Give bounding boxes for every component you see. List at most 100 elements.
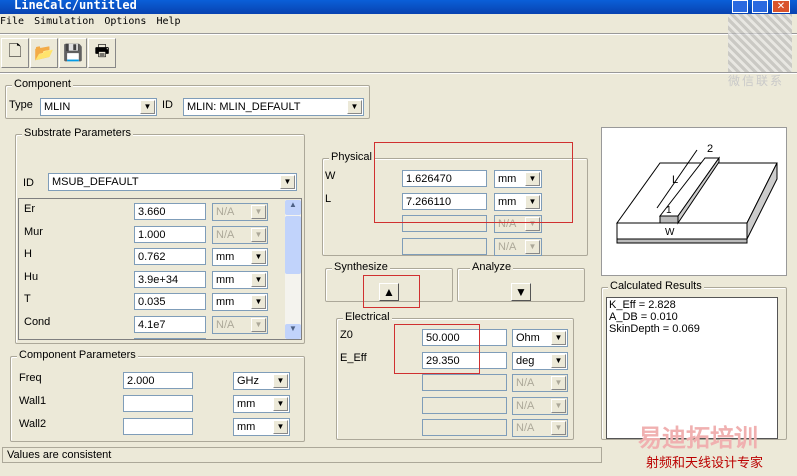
chevron-down-icon[interactable]: ▼ <box>347 100 362 114</box>
chevron-down-icon[interactable]: ▼ <box>273 374 288 388</box>
menu-help[interactable]: Help <box>156 16 180 27</box>
chevron-down-icon[interactable]: ▼ <box>251 205 266 219</box>
window-title: LineCalc/untitled <box>14 0 137 12</box>
param-input[interactable]: 2.000 <box>123 372 193 389</box>
analyze-button[interactable]: ▼ <box>511 283 531 301</box>
unit-combo[interactable]: mm ▼ <box>233 395 290 413</box>
menu-options[interactable]: Options <box>104 16 146 27</box>
chevron-down-icon[interactable]: ▼ <box>273 420 288 434</box>
unit-combo[interactable]: GHz ▼ <box>233 372 290 390</box>
microstrip-diagram: 2 1 L W <box>601 127 787 276</box>
chevron-down-icon[interactable]: ▼ <box>551 421 566 435</box>
param-label: Er <box>24 203 35 215</box>
port1-label: 1 <box>666 205 672 216</box>
chevron-down-icon[interactable]: ▼ <box>251 317 266 332</box>
status-text: Values are consistent <box>7 449 112 461</box>
param-input[interactable] <box>123 418 193 435</box>
param-input[interactable] <box>422 374 507 391</box>
unit-combo[interactable]: deg ▼ <box>512 351 568 370</box>
chevron-down-icon[interactable]: ▼ <box>251 272 266 287</box>
param-input[interactable] <box>402 237 487 255</box>
param-input[interactable]: 3.660 <box>134 203 206 220</box>
synthesize-label: Synthesize <box>332 261 390 273</box>
unit-value: mm <box>237 398 256 410</box>
chevron-down-icon[interactable]: ▼ <box>251 250 266 264</box>
chevron-down-icon[interactable]: ▼ <box>273 397 288 411</box>
menu-bar: File Simulation Options Help <box>0 16 191 27</box>
chevron-down-icon[interactable]: ▼ <box>551 353 566 368</box>
param-value: 3.9e+34 <box>138 273 179 286</box>
unit-combo[interactable]: N/A ▼ <box>494 237 542 256</box>
open-folder-icon[interactable]: 📂 <box>30 38 58 68</box>
param-input[interactable]: 1.000 <box>134 225 206 243</box>
watermark-brand: 易迪拓培训 <box>638 425 758 452</box>
unit-combo[interactable]: N/A ▼ <box>212 203 268 221</box>
results-label: Calculated Results <box>608 280 704 292</box>
unit-combo[interactable]: N/A ▼ <box>212 315 268 334</box>
param-input[interactable]: 0.762 <box>134 248 206 265</box>
chevron-down-icon[interactable]: ▼ <box>251 295 266 309</box>
substrate-id-combo[interactable]: MSUB_DEFAULT ▼ <box>48 173 297 191</box>
unit-value: N/A <box>498 240 517 253</box>
new-file-icon[interactable]: 🗋 <box>1 38 29 68</box>
scroll-up-button[interactable]: ▲ <box>285 200 301 215</box>
chevron-down-icon[interactable]: ▼ <box>525 239 540 254</box>
type-combo[interactable]: MLIN ▼ <box>40 98 157 116</box>
width-label: W <box>665 227 675 238</box>
param-label: Cond <box>24 315 51 328</box>
print-icon[interactable]: 🖶 <box>88 38 116 68</box>
arrow-down-icon: ▼ <box>515 285 527 299</box>
highlight-box <box>374 142 573 223</box>
unit-combo[interactable]: N/A ▼ <box>512 396 568 415</box>
electrical-label: Electrical <box>343 311 392 323</box>
param-label: H <box>24 248 32 260</box>
unit-value: N/A <box>516 422 535 434</box>
unit-value: Ohm <box>516 332 540 344</box>
chevron-down-icon[interactable]: ▼ <box>280 175 295 189</box>
divider <box>0 33 797 35</box>
menu-simulation[interactable]: Simulation <box>34 16 94 27</box>
param-label: T <box>24 293 31 305</box>
chevron-down-icon[interactable]: ▼ <box>551 376 566 390</box>
unit-combo[interactable]: mm ▼ <box>212 293 268 311</box>
component-id-combo[interactable]: MLIN: MLIN_DEFAULT ▼ <box>183 98 364 116</box>
param-value: 3.660 <box>138 206 166 218</box>
component-label: Component <box>12 78 73 90</box>
unit-combo[interactable]: mm ▼ <box>233 418 290 436</box>
close-button[interactable]: ✕ <box>772 0 790 13</box>
save-icon[interactable]: 💾 <box>59 38 87 68</box>
watermark-tagline: 射频和天线设计专家 <box>646 455 764 470</box>
scrollbar[interactable]: ▲ ▼ <box>285 200 301 339</box>
unit-value: N/A <box>516 377 535 389</box>
param-input[interactable]: 3.9e+34 <box>134 270 206 288</box>
param-input[interactable] <box>123 395 193 412</box>
chevron-down-icon[interactable]: ▼ <box>251 227 266 242</box>
param-input[interactable] <box>422 419 507 436</box>
substrate-id-value: MSUB_DEFAULT <box>52 176 139 188</box>
unit-combo[interactable]: Ohm ▼ <box>512 329 568 347</box>
substrate-params-list: Er 3.660 N/A ▼ Mur 1.000 N/A ▼ H 0.762 mm ▼ Hu… <box>18 198 302 340</box>
param-input[interactable]: 0.035 <box>134 293 206 310</box>
param-input[interactable] <box>134 338 206 339</box>
scroll-thumb[interactable] <box>285 216 301 274</box>
param-label: Freq <box>19 372 42 384</box>
unit-combo[interactable]: mm ▼ <box>212 248 268 266</box>
menu-file[interactable]: File <box>0 16 24 27</box>
scroll-down-button[interactable]: ▼ <box>285 324 301 339</box>
unit-value: mm <box>216 251 235 263</box>
chevron-down-icon[interactable]: ▼ <box>551 398 566 413</box>
param-input[interactable]: 4.1e7 <box>134 315 206 333</box>
unit-combo[interactable]: mm ▼ <box>212 270 268 289</box>
unit-value: N/A <box>216 228 235 241</box>
chevron-down-icon[interactable]: ▼ <box>551 331 566 345</box>
unit-value: GHz <box>237 375 259 387</box>
chevron-down-icon[interactable]: ▼ <box>140 100 155 114</box>
param-input[interactable] <box>422 396 507 414</box>
minimize-button[interactable] <box>732 0 748 13</box>
maximize-button[interactable] <box>752 0 768 13</box>
unit-combo[interactable]: N/A ▼ <box>212 225 268 244</box>
unit-value: mm <box>216 273 235 286</box>
unit-combo[interactable]: N/A ▼ <box>512 419 568 437</box>
unit-combo[interactable]: N/A ▼ <box>512 374 568 392</box>
watermark-text: 微信联系 <box>728 74 785 88</box>
